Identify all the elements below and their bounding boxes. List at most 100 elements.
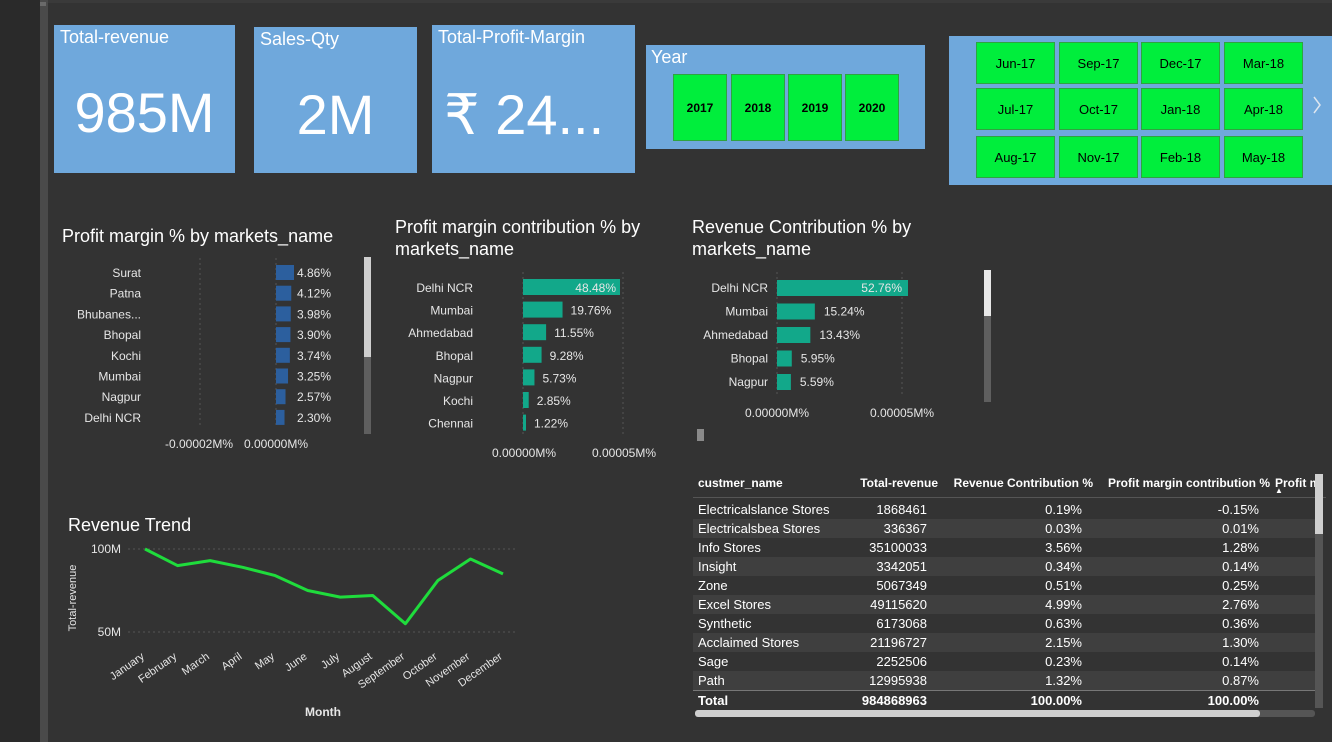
- cell-total-revenue: 12995938: [869, 673, 927, 688]
- header-total-revenue[interactable]: Total-revenue: [860, 476, 938, 490]
- bar: [523, 324, 547, 341]
- cell-profit-margin-contribution: 2.76%: [1222, 597, 1259, 612]
- cell-revenue-contribution: 100.00%: [1030, 693, 1082, 708]
- chart3-scrollbar[interactable]: [984, 270, 991, 402]
- category-label: Ahmedabad: [408, 326, 473, 340]
- header-revenue-contribution[interactable]: Revenue Contribution %: [954, 476, 1093, 490]
- x-tick-label: March: [180, 651, 212, 678]
- category-label: Nagpur: [102, 390, 141, 404]
- cell-customer: Electricalslance Stores: [698, 502, 830, 517]
- y-tick-label: 50M: [98, 625, 121, 639]
- chart1-scroll-thumb[interactable]: [364, 257, 371, 357]
- category-label: Patna: [110, 287, 142, 301]
- table-total-row[interactable]: Total 984868963 100.00% 100.00%: [693, 690, 1315, 709]
- x-tick-label: -0.00002M%: [165, 437, 233, 451]
- cell-customer: Acclaimed Stores: [698, 635, 800, 650]
- table-hscroll-thumb[interactable]: [695, 710, 1260, 717]
- cell-total-revenue: 2252506: [876, 654, 927, 669]
- x-tick-label: 0.00000M%: [244, 437, 308, 451]
- bar: [523, 414, 526, 431]
- table-row[interactable]: Zone 5067349 0.51% 0.25%: [693, 576, 1315, 595]
- cell-customer: Info Stores: [698, 540, 761, 555]
- category-label: Bhopal: [436, 349, 473, 363]
- category-label: Bhopal: [731, 352, 768, 366]
- data-label: 2.85%: [537, 394, 571, 408]
- table-row[interactable]: Synthetic 6173068 0.63% 0.36%: [693, 614, 1315, 633]
- category-label: Kochi: [443, 394, 473, 408]
- chart3-hscroll-thumb[interactable]: [697, 429, 704, 441]
- table-row[interactable]: Sage 2252506 0.23% 0.14%: [693, 652, 1315, 671]
- data-label: 19.76%: [571, 304, 612, 318]
- cell-customer: Excel Stores: [698, 597, 771, 612]
- table-vscrollbar[interactable]: [1315, 474, 1323, 708]
- sort-ascending-icon[interactable]: ▲: [1275, 486, 1283, 495]
- cell-profit-margin-contribution: 0.14%: [1222, 559, 1259, 574]
- cell-profit-margin-contribution: -0.15%: [1217, 502, 1259, 517]
- table-row[interactable]: Insight 3342051 0.34% 0.14%: [693, 557, 1315, 576]
- cell-revenue-contribution: 3.56%: [1045, 540, 1082, 555]
- cell-total-revenue: 5067349: [876, 578, 927, 593]
- data-label: 2.57%: [297, 390, 331, 404]
- data-label: 48.48%: [575, 281, 616, 295]
- table-vscroll-thumb[interactable]: [1315, 474, 1323, 534]
- bar: [276, 327, 291, 343]
- data-label: 4.12%: [297, 287, 331, 301]
- cell-customer: Path: [698, 673, 725, 688]
- data-label: 2.30%: [297, 411, 331, 425]
- cell-revenue-contribution: 2.15%: [1045, 635, 1082, 650]
- x-tick-label: April: [219, 651, 244, 673]
- category-label: Nagpur: [729, 375, 768, 389]
- bar: [777, 327, 811, 343]
- category-label: Surat: [112, 266, 141, 280]
- x-tick-label: 0.00005M%: [870, 406, 934, 420]
- cell-profit-margin-contribution: 1.28%: [1222, 540, 1259, 555]
- customer-table: custmer_name Total-revenue Revenue Contr…: [693, 472, 1326, 718]
- cell-customer: Electricalsbea Stores: [698, 521, 821, 536]
- category-label: Kochi: [111, 349, 141, 363]
- chart3-scroll-thumb[interactable]: [984, 270, 991, 316]
- bar: [276, 306, 291, 322]
- x-tick-label: 0.00000M%: [492, 446, 556, 460]
- category-label: Delhi NCR: [416, 281, 473, 295]
- table-row[interactable]: Electricalsbea Stores 336367 0.03% 0.01%: [693, 519, 1315, 538]
- bar: [777, 374, 791, 390]
- cell-profit-margin-contribution: 100.00%: [1207, 693, 1259, 708]
- bar: [777, 350, 792, 367]
- cell-customer: Total: [698, 693, 729, 708]
- bar: [777, 303, 815, 320]
- table-row[interactable]: Info Stores 35100033 3.56% 1.28%: [693, 538, 1315, 557]
- y-tick-label: 100M: [91, 542, 121, 556]
- series-line: [144, 547, 504, 626]
- table-header: custmer_name Total-revenue Revenue Contr…: [693, 472, 1326, 498]
- header-customer[interactable]: custmer_name: [698, 476, 783, 490]
- table-row[interactable]: Excel Stores 49115620 4.99% 2.76%: [693, 595, 1315, 614]
- data-label: 3.98%: [297, 307, 331, 321]
- cell-revenue-contribution: 4.99%: [1045, 597, 1082, 612]
- category-label: Bhopal: [104, 328, 141, 342]
- y-axis-title: Total-revenue: [67, 565, 79, 632]
- bar: [276, 389, 286, 405]
- category-label: Mumbai: [430, 304, 473, 318]
- cell-customer: Insight: [698, 559, 737, 574]
- table-row[interactable]: Acclaimed Stores 21196727 2.15% 1.30%: [693, 633, 1315, 652]
- x-tick-label: 0.00000M%: [745, 406, 809, 420]
- data-label: 52.76%: [861, 281, 902, 295]
- cell-total-revenue: 6173068: [876, 616, 927, 631]
- x-tick-label: June: [283, 651, 309, 675]
- bar: [276, 285, 292, 301]
- cell-revenue-contribution: 0.51%: [1045, 578, 1082, 593]
- data-label: 5.95%: [801, 352, 835, 366]
- cell-total-revenue: 984868963: [861, 693, 927, 708]
- table-row[interactable]: Path 12995938 1.32% 0.87%: [693, 671, 1315, 690]
- table-row[interactable]: Electricalslance Stores 1868461 0.19% -0.15…: [693, 500, 1315, 519]
- cell-total-revenue: 21196727: [870, 635, 927, 650]
- cell-revenue-contribution: 0.03%: [1045, 521, 1082, 536]
- data-label: 9.28%: [550, 349, 584, 363]
- table-hscrollbar[interactable]: [695, 710, 1315, 717]
- category-label: Mumbai: [725, 305, 768, 319]
- x-tick-label: 0.00005M%: [592, 446, 656, 460]
- chart1-scrollbar[interactable]: [364, 257, 371, 434]
- header-profit-margin-contribution[interactable]: Profit margin contribution %: [1108, 476, 1270, 490]
- cell-profit-margin-contribution: 0.14%: [1222, 654, 1259, 669]
- bar: [276, 265, 294, 280]
